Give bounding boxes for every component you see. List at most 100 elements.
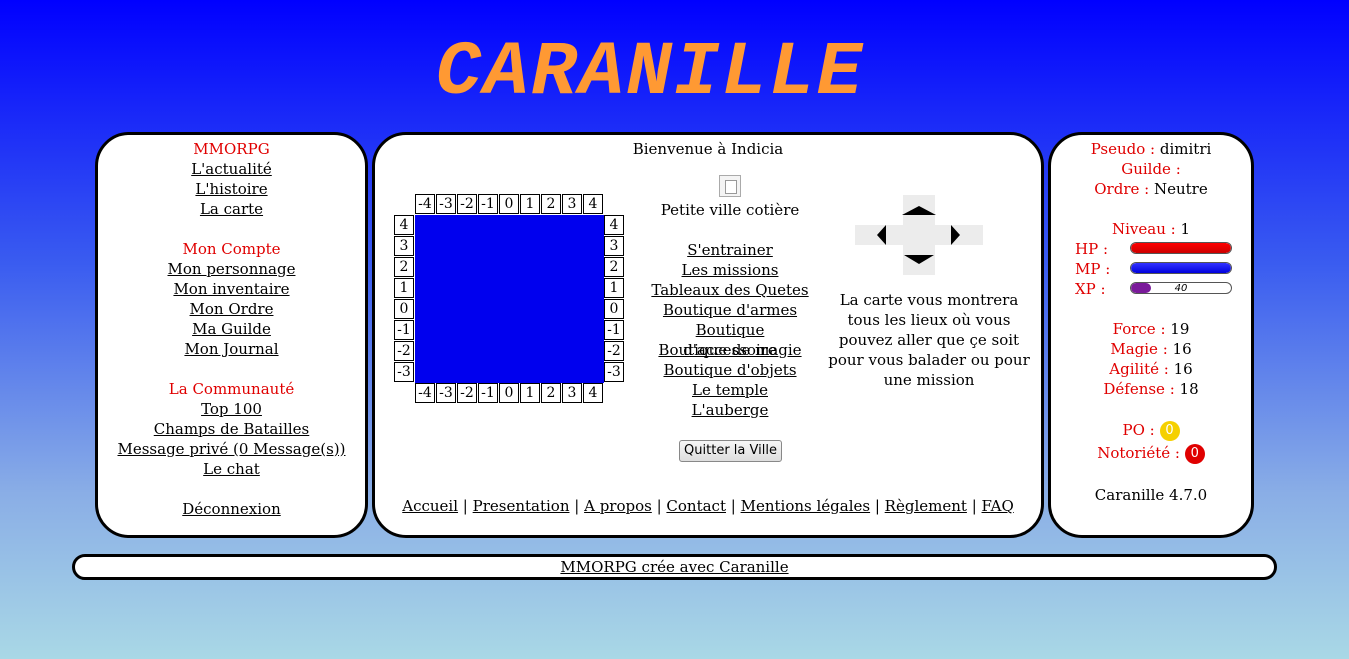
footer-credit-link[interactable]: MMORPG crée avec Caranille [560, 558, 788, 576]
agilite-value: 16 [1173, 360, 1193, 378]
grid-row-label-left: 3 [394, 236, 414, 256]
force-label: Force : [1112, 320, 1166, 338]
footer-nav: Accueil | Presentation | A propos | Cont… [372, 496, 1044, 516]
menu-mmorpg-link[interactable]: La carte [200, 200, 263, 218]
footer-nav-link[interactable]: Mentions légales [741, 497, 870, 515]
menu-mmorpg-link[interactable]: L'actualité [191, 160, 272, 178]
grid-col-label-bottom: 3 [562, 383, 582, 403]
direction-pad [855, 195, 983, 275]
xp-value: 40 [1174, 283, 1188, 294]
city-image-icon [719, 175, 741, 197]
city-menu: Petite ville cotière S'entrainer Les miss… [650, 175, 810, 420]
grid-col-label-top: -2 [457, 194, 477, 214]
footer-separator: | [870, 497, 885, 515]
grid-row-label-left: 1 [394, 278, 414, 298]
level-label: Niveau : [1111, 220, 1176, 238]
grid-row-label-right: -2 [604, 341, 624, 361]
menu-community-link[interactable]: Le chat [203, 460, 260, 478]
agilite-label: Agilité : [1109, 360, 1169, 378]
grid-row-label-right: 0 [604, 299, 624, 319]
welcome-title: Bienvenue à Indicia [632, 140, 784, 158]
footer-separator: | [966, 497, 982, 515]
arrow-up-icon[interactable] [902, 206, 936, 215]
footer-nav-link[interactable]: Accueil [402, 497, 458, 515]
city-building-link[interactable]: Boutique d'armes [663, 301, 797, 319]
menu-community-link[interactable]: Message privé (0 Message(s)) [118, 440, 346, 458]
arrow-left-icon[interactable] [877, 225, 886, 245]
grid-col-label-bottom: 0 [499, 383, 519, 403]
logout-link[interactable]: Déconnexion [182, 500, 280, 518]
footer-separator: | [651, 497, 667, 515]
magie-label: Magie : [1110, 340, 1168, 358]
xp-row: XP : 40 [1051, 279, 1251, 299]
hp-bar [1130, 242, 1232, 254]
grid-row-label-left: 4 [394, 215, 414, 235]
menu-section-account: Mon Compte [182, 240, 281, 258]
pseudo-label: Pseudo : [1090, 140, 1156, 158]
hp-label: HP : [1075, 240, 1108, 258]
city-building-link[interactable]: Les missions [682, 261, 779, 279]
grid-col-label-top: -3 [436, 194, 456, 214]
notoriete-label: Notoriété : [1097, 444, 1180, 462]
city-building-link[interactable]: Tableaux des Quetes [651, 281, 808, 299]
grid-row-label-right: 4 [604, 215, 624, 235]
city-building-link[interactable]: Le temple [692, 381, 768, 399]
grid-col-label-top: 4 [583, 194, 603, 214]
footer-nav-link[interactable]: A propos [584, 497, 652, 515]
menu-section-mmorpg: MMORPG [193, 140, 270, 158]
site-logo: CARANILLE [435, 30, 865, 116]
grid-row-label-left: 2 [394, 257, 414, 277]
grid-col-label-top: 0 [499, 194, 519, 214]
notoriete-badge: 0 [1184, 444, 1205, 464]
footer-nav-link[interactable]: Contact [666, 497, 726, 515]
level-value: 1 [1180, 220, 1191, 238]
grid-row-label-left: -1 [394, 320, 414, 340]
left-menu-panel: MMORPG L'actualité L'histoire La carte Mon… [95, 132, 368, 538]
mp-bar [1130, 262, 1232, 274]
grid-col-label-top: -4 [415, 194, 435, 214]
footer-nav-link[interactable]: Règlement [885, 497, 967, 515]
hp-row: HP : [1051, 239, 1251, 259]
city-building-link[interactable]: L'auberge [692, 401, 769, 419]
menu-mmorpg-link[interactable]: L'histoire [195, 180, 267, 198]
grid-row-label-left: 0 [394, 299, 414, 319]
quit-city-button[interactable]: Quitter la Ville [679, 440, 782, 462]
menu-account-link[interactable]: Ma Guilde [192, 320, 271, 338]
world-map-area[interactable] [415, 215, 604, 383]
menu-community-link[interactable]: Champs de Batailles [154, 420, 310, 438]
arrow-right-icon[interactable] [951, 225, 960, 245]
po-coin-badge: 0 [1159, 421, 1180, 441]
grid-col-label-bottom: 2 [541, 383, 561, 403]
menu-account-link[interactable]: Mon inventaire [173, 280, 289, 298]
defense-value: 18 [1179, 380, 1199, 398]
city-building-link[interactable]: Boutique de magie [658, 341, 801, 359]
menu-account-link[interactable]: Mon personnage [168, 260, 296, 278]
order-label: Ordre : [1094, 180, 1150, 198]
grid-col-label-bottom: 4 [583, 383, 603, 403]
grid-col-label-bottom: -3 [436, 383, 456, 403]
grid-col-label-bottom: 1 [520, 383, 540, 403]
magie-value: 16 [1172, 340, 1192, 358]
grid-col-label-bottom: -2 [457, 383, 477, 403]
city-building-link[interactable]: Boutique d'objets [663, 361, 796, 379]
grid-row-label-right: 3 [604, 236, 624, 256]
po-label: PO : [1122, 421, 1155, 439]
arrow-down-icon[interactable] [904, 255, 934, 264]
order-value: Neutre [1153, 180, 1208, 198]
footer-nav-link[interactable]: Presentation [473, 497, 570, 515]
mp-row: MP : [1051, 259, 1251, 279]
defense-label: Défense : [1103, 380, 1175, 398]
menu-account-link[interactable]: Mon Journal [184, 340, 278, 358]
grid-col-label-bottom: -1 [478, 383, 498, 403]
footer-nav-link[interactable]: FAQ [982, 497, 1014, 515]
menu-community-link[interactable]: Top 100 [201, 400, 262, 418]
pseudo-value: dimitri [1159, 140, 1212, 158]
footer-separator: | [569, 497, 585, 515]
grid-row-label-right: 1 [604, 278, 624, 298]
menu-account-link[interactable]: Mon Ordre [190, 300, 274, 318]
city-building-link[interactable]: S'entrainer [687, 241, 773, 259]
grid-col-label-top: -1 [478, 194, 498, 214]
menu-section-community: La Communauté [168, 380, 295, 398]
grid-row-label-right: 2 [604, 257, 624, 277]
city-name: Petite ville cotière [660, 201, 800, 219]
